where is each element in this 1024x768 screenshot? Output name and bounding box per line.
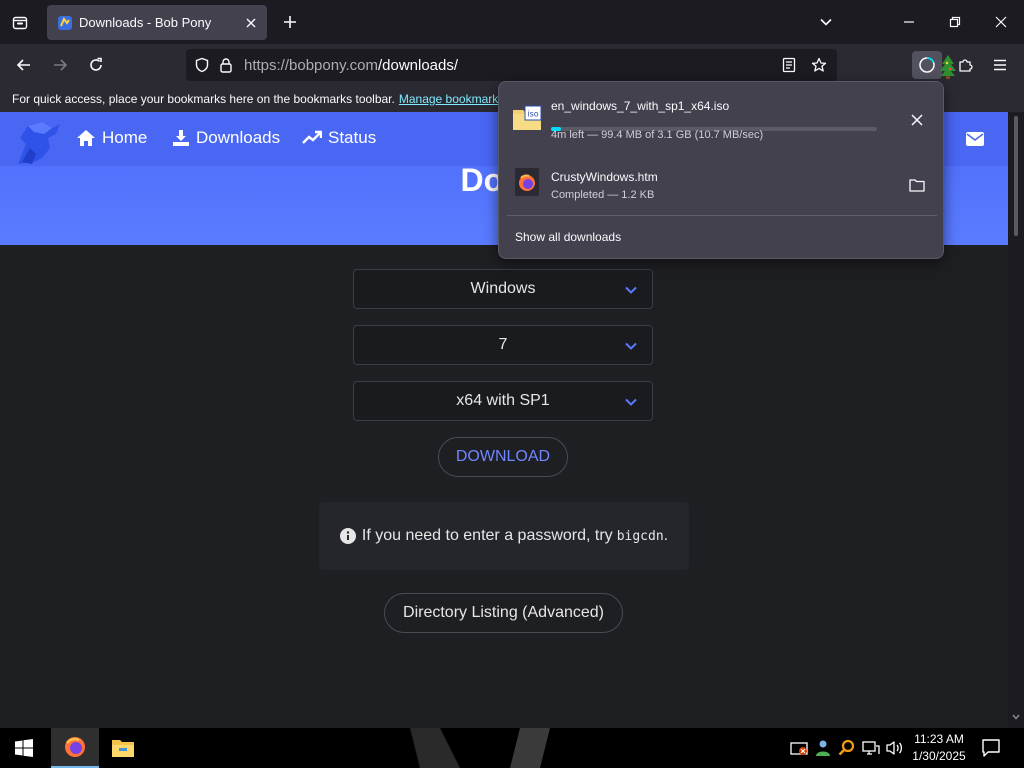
bookmark-star-icon[interactable] [807,53,831,77]
info-icon [339,528,356,544]
close-window-icon[interactable] [978,0,1024,44]
os-select[interactable]: Windows [353,269,653,309]
scroll-down-arrow-icon[interactable] [1012,714,1020,720]
tab-strip: Downloads - Bob Pony [0,0,1024,44]
scrollbar-thumb[interactable] [1014,116,1018,236]
windows-taskbar: 11:23 AM 1/30/2025 [0,728,1024,768]
forward-icon[interactable] [45,51,75,79]
directory-listing-button[interactable]: Directory Listing (Advanced) [384,593,623,633]
volume-tray-icon[interactable] [885,738,905,758]
action-center-icon[interactable] [980,737,1002,759]
lock-icon[interactable] [214,53,238,77]
security-tray-icon[interactable] [789,738,809,758]
show-all-downloads-button[interactable]: Show all downloads [515,230,621,244]
tab-downloads[interactable]: Downloads - Bob Pony [47,5,267,40]
url-text[interactable]: https://bobpony.com/downloads/ [244,57,777,74]
back-icon[interactable] [9,51,39,79]
windows-logo-icon [15,739,33,757]
downloads-panel: iso en_windows_7_with_sp1_x64.iso 4m lef… [498,81,944,259]
start-button[interactable] [0,728,48,768]
download-status: Completed — 1.2 KB [551,189,655,201]
file-explorer-icon [112,740,134,757]
tab-title: Downloads - Bob Pony [79,15,212,30]
nav-status[interactable]: Status [302,128,376,148]
cancel-download-icon[interactable] [905,108,929,132]
navigation-toolbar: https://bobpony.com/downloads/ [0,44,1024,86]
password-code: bigcdn [616,528,664,544]
clock-time: 11:23 AM [914,732,964,746]
home-icon [77,130,95,146]
chart-icon [302,130,322,144]
download-filename: en_windows_7_with_sp1_x64.iso [551,99,730,113]
minimize-icon[interactable] [886,0,932,44]
bobpony-favicon-icon [58,15,72,30]
svg-text:iso: iso [527,110,538,119]
list-all-tabs-icon[interactable] [814,10,838,34]
chevron-down-icon [625,342,637,350]
extensions-puzzle-icon[interactable] [950,51,980,79]
bookmarks-hint: For quick access, place your bookmarks h… [12,92,395,106]
url-bar[interactable]: https://bobpony.com/downloads/ [186,49,837,81]
download-icon [173,130,189,146]
download-button[interactable]: DOWNLOAD [438,437,568,477]
download-filename: CrustyWindows.htm [551,170,658,184]
nav-downloads[interactable]: Downloads [172,128,280,148]
bobpony-logo-icon[interactable] [12,118,64,166]
chevron-down-icon [625,286,637,294]
download-status: 4m left — 99.4 MB of 3.1 GB (10.7 MB/sec… [551,129,764,141]
reload-icon[interactable] [81,51,111,79]
edition-select[interactable]: x64 with SP1 [353,381,653,421]
manage-bookmarks-link[interactable]: Manage bookmarks [399,92,504,106]
firefox-view-icon[interactable] [8,10,32,34]
password-notice: If you need to enter a password, try big… [319,502,689,570]
network-tray-icon[interactable] [861,738,881,758]
tracking-protection-shield-icon[interactable] [190,53,214,77]
reader-view-icon[interactable] [777,53,801,77]
chevron-down-icon [625,398,637,406]
firefox-file-icon [515,168,539,196]
new-tab-icon[interactable] [278,10,302,34]
menu-hamburger-icon[interactable] [985,51,1015,79]
clock-date: 1/30/2025 [912,749,966,763]
panel-divider [507,215,937,216]
version-select[interactable]: 7 [353,325,653,365]
mail-icon[interactable] [966,132,984,146]
show-in-folder-icon[interactable] [905,173,929,197]
download-item-htm[interactable]: CrustyWindows.htm Completed — 1.2 KB [507,154,935,208]
close-tab-icon[interactable] [239,11,263,35]
taskbar-file-explorer[interactable] [99,728,147,768]
taskbar-firefox[interactable] [51,728,99,768]
iso-file-icon: iso [513,105,542,130]
taskbar-clock[interactable]: 11:23 AM 1/30/2025 [906,731,972,765]
page-scrollbar[interactable] [1008,112,1024,728]
restore-icon[interactable] [932,0,978,44]
firefox-icon [65,737,85,757]
network-user-tray-icon[interactable] [813,738,833,758]
search-tray-icon[interactable] [837,738,857,758]
nav-home[interactable]: Home [76,128,147,148]
wallpaper-fragment [410,728,550,768]
download-item-iso[interactable]: iso en_windows_7_with_sp1_x64.iso 4m lef… [507,90,935,144]
